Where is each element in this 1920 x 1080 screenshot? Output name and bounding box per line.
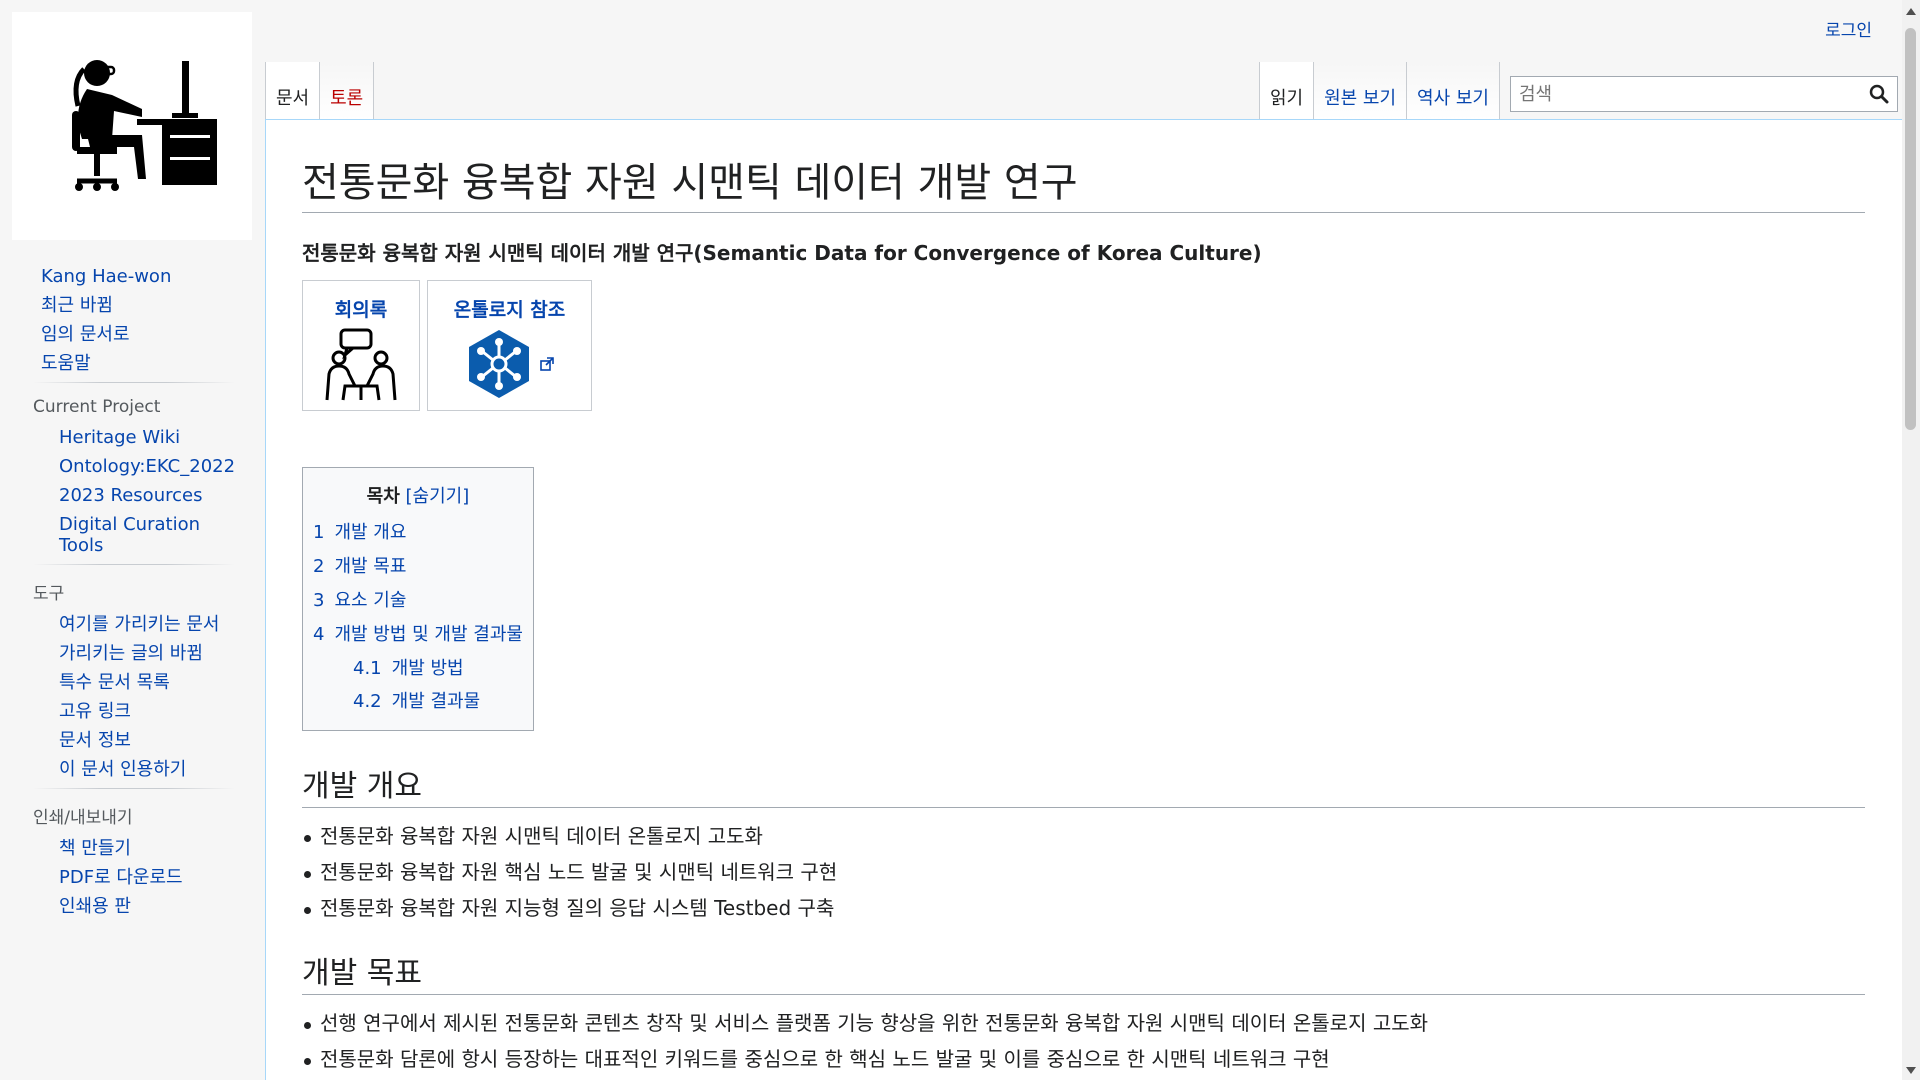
sidebar-navigation: Kang Hae-won 최근 바뀜 임의 문서로 도움말	[0, 262, 265, 378]
sidebar-item-permalink[interactable]: 고유 링크	[59, 701, 131, 722]
page-scrollbar[interactable]	[1902, 0, 1920, 1080]
list-item: 전통문화 융복합 자원 지능형 질의 응답 시스템 Testbed 구축	[302, 890, 1865, 926]
card-minutes[interactable]: 회의록	[302, 280, 420, 411]
section-list: 전통문화 융복합 자원 시맨틱 데이터 온톨로지 고도화 전통문화 융복합 자원…	[302, 818, 1865, 926]
table-of-contents: 목차 [숨기기] 1 개발 개요 2 개발 목표 3 요소 기술 4 개발 방법 및 개…	[302, 467, 534, 731]
toc-number: 2	[313, 556, 325, 577]
section-heading: 개발 개요	[302, 761, 1865, 808]
toc-label: 개발 목표	[334, 556, 407, 577]
sidebar-item-printable[interactable]: 인쇄용 판	[59, 896, 131, 917]
sidebar-item-user[interactable]: Kang Hae-won	[41, 266, 171, 287]
toc-label: 요소 기술	[334, 590, 407, 611]
scroll-down-arrow-icon[interactable]	[1906, 1067, 1916, 1074]
toc-number: 4.2	[353, 691, 382, 712]
card-icon-row	[465, 328, 555, 400]
toc-label: 개발 결과물	[391, 691, 481, 712]
toc-title: 목차 [숨기기]	[313, 482, 523, 508]
list-item: 전통문화 융복합 자원 핵심 노드 발굴 및 시맨틱 네트워크 구현	[302, 854, 1865, 890]
sidebar-item-book[interactable]: 책 만들기	[59, 838, 131, 859]
sidebar-item-special-pages[interactable]: 특수 문서 목록	[59, 672, 170, 693]
toc-number: 3	[313, 590, 325, 611]
tab-label: 역사 보기	[1417, 88, 1489, 109]
sidebar-heading: 인쇄/내보내기	[33, 808, 133, 828]
toc-item[interactable]: 2 개발 목표	[313, 550, 523, 584]
toc-item[interactable]: 3 요소 기술	[313, 584, 523, 618]
tab-label: 원본 보기	[1324, 88, 1397, 109]
sidebar-item-recent-changes[interactable]: 최근 바뀜	[41, 295, 113, 316]
search-box	[1510, 76, 1898, 112]
section-heading: 개발 목표	[302, 948, 1865, 995]
toc-number: 1	[313, 522, 325, 543]
ontology-network-icon	[468, 330, 529, 398]
sidebar-item-related-changes[interactable]: 가리키는 글의 바뀜	[59, 643, 203, 664]
sidebar-tools: 도구 여기를 가리키는 문서 가리키는 글의 바뀜 특수 문서 목록 고유 링크…	[0, 579, 265, 784]
tab-view-source[interactable]: 원본 보기	[1314, 62, 1408, 120]
card-ontology[interactable]: 온톨로지 참조	[427, 280, 592, 411]
toc-number: 4	[313, 624, 325, 645]
sidebar-item-curation-tools[interactable]: Digital Curation Tools	[59, 514, 200, 556]
tab-label: 토론	[330, 88, 364, 109]
sidebar-item-heritage-wiki[interactable]: Heritage Wiki	[59, 427, 180, 448]
page-title: 전통문화 융복합 자원 시맨틱 데이터 개발 연구	[302, 150, 1865, 213]
tab-history[interactable]: 역사 보기	[1407, 62, 1500, 120]
tab-page[interactable]: 문서	[265, 62, 321, 120]
toc-label: 개발 방법 및 개발 결과물	[334, 624, 523, 645]
list-item: 선행 연구에서 제시된 전통문화 콘텐츠 창작 및 서비스 플랫폼 기능 향상을…	[302, 1005, 1865, 1041]
sidebar-item-help[interactable]: 도움말	[41, 353, 91, 374]
list-item: 전통문화 담론에 항시 등장하는 대표적인 키워드를 중심으로 한 핵심 노드 …	[302, 1041, 1865, 1077]
section-list: 선행 연구에서 제시된 전통문화 콘텐츠 창작 및 서비스 플랫폼 기능 향상을…	[302, 1005, 1865, 1077]
sidebar-item-ontology[interactable]: Ontology:EKC_2022	[59, 456, 235, 477]
external-link-icon	[539, 357, 554, 371]
personal-tools: 로그인	[1825, 16, 1872, 41]
list-item: 전통문화 융복합 자원 시맨틱 데이터 온톨로지 고도화	[302, 818, 1865, 854]
card-title: 회의록	[334, 299, 388, 321]
page-subtitle: 전통문화 융복합 자원 시맨틱 데이터 개발 연구(Semantic Data …	[302, 241, 1262, 265]
meeting-icon	[325, 328, 397, 401]
sidebar-item-resources[interactable]: 2023 Resources	[59, 485, 202, 506]
toc-item[interactable]: 4 개발 방법 및 개발 결과물	[313, 618, 523, 652]
person-at-desk-icon	[72, 60, 217, 191]
toc-number: 4.1	[353, 658, 382, 679]
sidebar-heading: 도구	[33, 584, 65, 604]
toc-subitem[interactable]: 4.2 개발 결과물	[313, 685, 523, 718]
sidebar-item-page-info[interactable]: 문서 정보	[59, 730, 131, 751]
toc-heading: 목차	[366, 486, 400, 507]
namespace-tabs: 문서 토론	[265, 62, 375, 120]
sidebar-item-pdf[interactable]: PDF로 다운로드	[59, 867, 183, 888]
tab-read[interactable]: 읽기	[1258, 62, 1315, 120]
main-content: 전통문화 융복합 자원 시맨틱 데이터 개발 연구 전통문화 융복합 자원 시맨…	[265, 119, 1920, 1080]
sidebar-divider	[33, 564, 235, 565]
card-title: 온톨로지 참조	[453, 299, 566, 321]
toc-label: 개발 개요	[334, 522, 407, 543]
search-icon[interactable]	[1869, 84, 1889, 104]
sidebar-print: 인쇄/내보내기 책 만들기 PDF로 다운로드 인쇄용 판	[0, 803, 265, 921]
toc-label: 개발 방법	[391, 658, 464, 679]
toc-subitem[interactable]: 4.1 개발 방법	[313, 652, 523, 685]
scrollbar-thumb[interactable]	[1905, 28, 1916, 430]
search-input[interactable]	[1519, 83, 1869, 105]
sidebar: Kang Hae-won 최근 바뀜 임의 문서로 도움말 Current Pr…	[0, 262, 265, 921]
tab-discussion[interactable]: 토론	[320, 62, 375, 120]
sidebar-item-what-links-here[interactable]: 여기를 가리키는 문서	[59, 614, 219, 635]
sidebar-item-cite[interactable]: 이 문서 인용하기	[59, 759, 186, 780]
site-logo[interactable]	[12, 12, 252, 240]
sidebar-divider	[33, 788, 235, 789]
toc-toggle[interactable]: [숨기기]	[406, 486, 470, 507]
sidebar-current-project: Current Project Heritage Wiki Ontology:E…	[0, 397, 265, 560]
view-tabs: 읽기 원본 보기 역사 보기	[1258, 62, 1920, 120]
scroll-up-arrow-icon[interactable]	[1906, 8, 1916, 15]
link-cards: 회의록 온톨로지 참조	[302, 280, 1865, 411]
sidebar-heading: Current Project	[33, 397, 161, 417]
toc-item[interactable]: 1 개발 개요	[313, 516, 523, 550]
tab-label: 읽기	[1269, 88, 1304, 109]
sidebar-divider	[33, 382, 235, 383]
sidebar-item-random[interactable]: 임의 문서로	[41, 324, 130, 345]
search-area	[1500, 62, 1920, 120]
login-link[interactable]: 로그인	[1825, 21, 1872, 41]
tab-label: 문서	[276, 88, 310, 109]
